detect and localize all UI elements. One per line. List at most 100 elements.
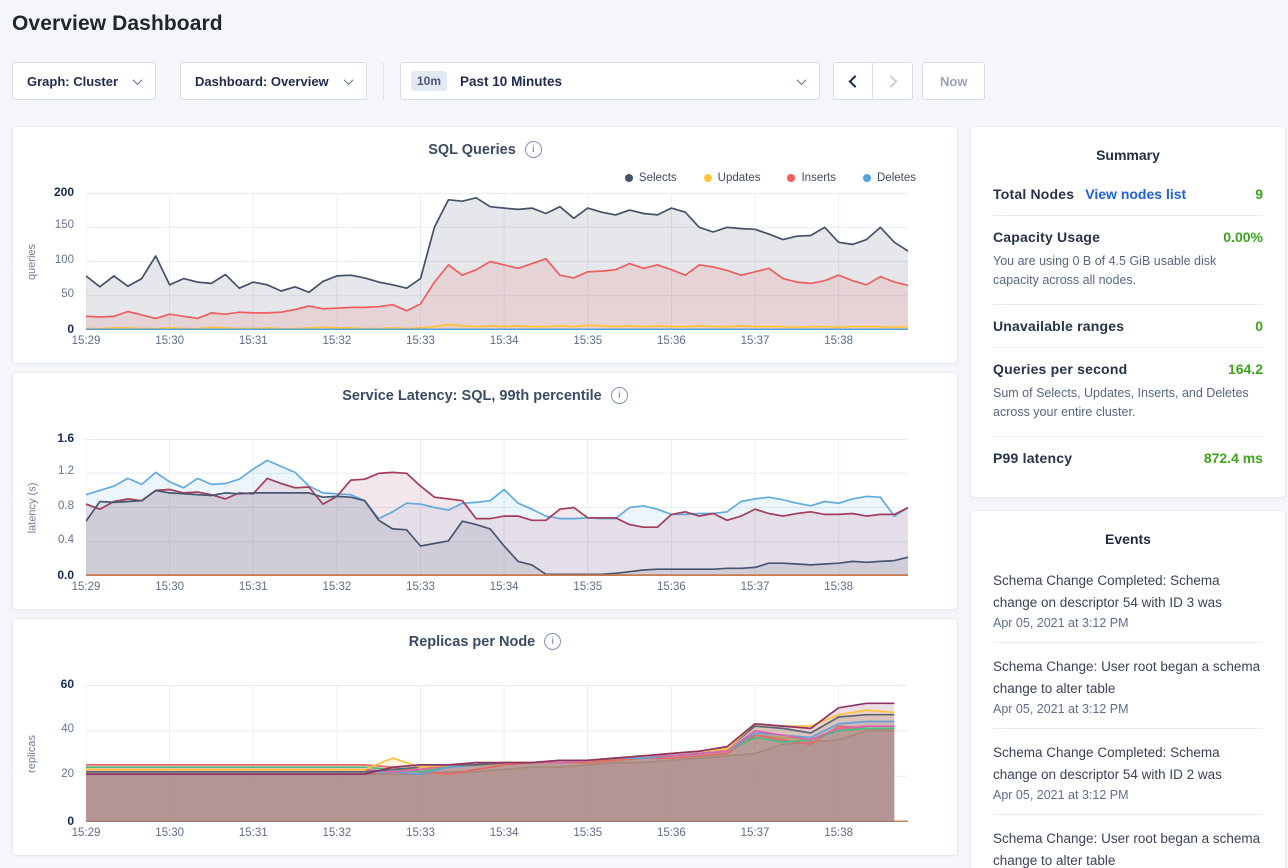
events-list: Schema Change Completed: Schema change o…: [993, 557, 1263, 868]
chart-card-replicas-per-node: Replicas per Node replicas 0204060 15:29…: [12, 618, 958, 856]
graph-selector-label: Graph: Cluster: [27, 74, 118, 89]
y-tick: 20: [19, 768, 74, 780]
summary-row-value: 0: [1255, 318, 1263, 334]
x-tick: 15:34: [479, 581, 529, 593]
y-tick: 0: [19, 814, 74, 828]
legend-label: Updates: [718, 172, 761, 184]
y-tick: 0.4: [19, 534, 74, 546]
x-tick: 15:37: [730, 335, 780, 347]
chart-card-service-latency: Service Latency: SQL, 99th percentile la…: [12, 372, 958, 610]
event-list-item: Schema Change: User root began a schema …: [993, 815, 1263, 868]
legend-label: Selects: [639, 172, 677, 184]
info-icon[interactable]: [611, 387, 628, 404]
toolbar-divider: [383, 62, 384, 100]
x-tick: 15:29: [61, 827, 111, 839]
x-tick: 15:34: [479, 827, 529, 839]
time-nav-group: [833, 62, 913, 100]
x-axis-ticks: 15:2915:3015:3115:3215:3315:3415:3515:36…: [86, 827, 908, 845]
chevron-down-icon: [797, 75, 807, 85]
summary-row-value: 0.00%: [1223, 229, 1263, 245]
y-tick: 40: [19, 723, 74, 735]
x-tick: 15:32: [312, 335, 362, 347]
x-tick: 15:33: [395, 335, 445, 347]
y-tick: 50: [19, 288, 74, 300]
x-tick: 15:36: [646, 335, 696, 347]
time-range-label: Past 10 Minutes: [460, 74, 562, 89]
event-message: Schema Change Completed: Schema change o…: [993, 742, 1263, 786]
y-tick: 1.2: [19, 465, 74, 477]
x-tick: 15:31: [228, 581, 278, 593]
x-tick: 15:33: [395, 581, 445, 593]
x-tick: 15:36: [646, 827, 696, 839]
event-timestamp: Apr 05, 2021 at 3:12 PM: [993, 702, 1263, 716]
legend-dot-icon: [625, 174, 633, 182]
graph-selector-dropdown[interactable]: Graph: Cluster: [12, 62, 156, 100]
event-list-item: Schema Change Completed: Schema change o…: [993, 729, 1263, 814]
chart-legend: Selects Updates Inserts Deletes: [625, 172, 916, 184]
x-tick: 15:38: [814, 335, 864, 347]
chart-plot-area[interactable]: [86, 439, 908, 576]
event-timestamp: Apr 05, 2021 at 3:12 PM: [993, 616, 1263, 630]
summary-row-label: Capacity Usage: [993, 229, 1100, 245]
summary-row-value: 872.4 ms: [1204, 450, 1263, 466]
y-tick: 100: [19, 254, 74, 266]
time-next-button[interactable]: [873, 62, 913, 100]
summary-title: Summary: [993, 143, 1263, 173]
legend-item: Inserts: [787, 172, 836, 184]
time-range-picker[interactable]: 10m Past 10 Minutes: [400, 62, 820, 100]
summary-row-value: 9: [1255, 186, 1263, 202]
event-message: Schema Change Completed: Schema change o…: [993, 570, 1263, 614]
now-button[interactable]: Now: [922, 62, 985, 100]
events-panel: Events Schema Change Completed: Schema c…: [970, 510, 1286, 868]
y-tick: 60: [19, 677, 74, 691]
legend-dot-icon: [863, 174, 871, 182]
legend-item: Updates: [704, 172, 761, 184]
view-nodes-link[interactable]: View nodes list: [1085, 186, 1186, 202]
x-tick: 15:29: [61, 581, 111, 593]
summary-row: Capacity Usage0.00%You are using 0 B of …: [993, 216, 1263, 304]
summary-row-subtext: Sum of Selects, Updates, Inserts, and De…: [993, 384, 1263, 423]
y-axis-ticks: 0.00.40.81.21.6: [13, 439, 80, 576]
summary-panel: Summary Total NodesView nodes list9Capac…: [970, 126, 1286, 498]
chart-card-sql-queries: SQL Queries SelectsUpdatesInsertsDeletes…: [12, 126, 958, 364]
x-tick: 15:35: [563, 581, 613, 593]
page-title: Overview Dashboard: [12, 12, 1288, 36]
y-tick: 1.6: [19, 431, 74, 445]
x-tick: 15:30: [145, 335, 195, 347]
event-message: Schema Change: User root began a schema …: [993, 656, 1263, 700]
summary-row-label: Queries per second: [993, 361, 1127, 377]
x-tick: 15:33: [395, 827, 445, 839]
dashboard-selector-dropdown[interactable]: Dashboard: Overview: [180, 62, 367, 100]
legend-item: Selects: [625, 172, 677, 184]
x-tick: 15:30: [145, 581, 195, 593]
x-tick: 15:38: [814, 827, 864, 839]
event-message: Schema Change: User root began a schema …: [993, 828, 1263, 868]
x-tick: 15:32: [312, 827, 362, 839]
x-tick: 15:32: [312, 581, 362, 593]
y-tick: 0: [19, 322, 74, 336]
x-tick: 15:31: [228, 827, 278, 839]
event-timestamp: Apr 05, 2021 at 3:12 PM: [993, 788, 1263, 802]
time-range-badge: 10m: [411, 71, 447, 91]
legend-item: Deletes: [863, 172, 916, 184]
summary-row-label: Unavailable ranges: [993, 318, 1124, 334]
legend-label: Deletes: [877, 172, 916, 184]
y-axis-ticks: 0204060: [13, 685, 80, 822]
x-tick: 15:37: [730, 827, 780, 839]
chart-plot-area[interactable]: [86, 685, 908, 822]
info-icon[interactable]: [525, 141, 542, 158]
y-tick: 150: [19, 219, 74, 231]
summary-row: Unavailable ranges 0: [993, 305, 1263, 347]
info-icon[interactable]: [544, 633, 561, 650]
x-tick: 15:35: [563, 827, 613, 839]
y-axis-ticks: 050100150200: [13, 193, 80, 330]
summary-row-value: 164.2: [1228, 361, 1263, 377]
chevron-right-icon: [885, 75, 898, 88]
time-prev-button[interactable]: [833, 62, 873, 100]
x-tick: 15:31: [228, 335, 278, 347]
chart-plot-area[interactable]: [86, 193, 908, 330]
chevron-down-icon: [133, 75, 143, 85]
chart-title: Service Latency: SQL, 99th percentile: [342, 388, 602, 404]
legend-label: Inserts: [801, 172, 836, 184]
events-title: Events: [993, 527, 1263, 557]
